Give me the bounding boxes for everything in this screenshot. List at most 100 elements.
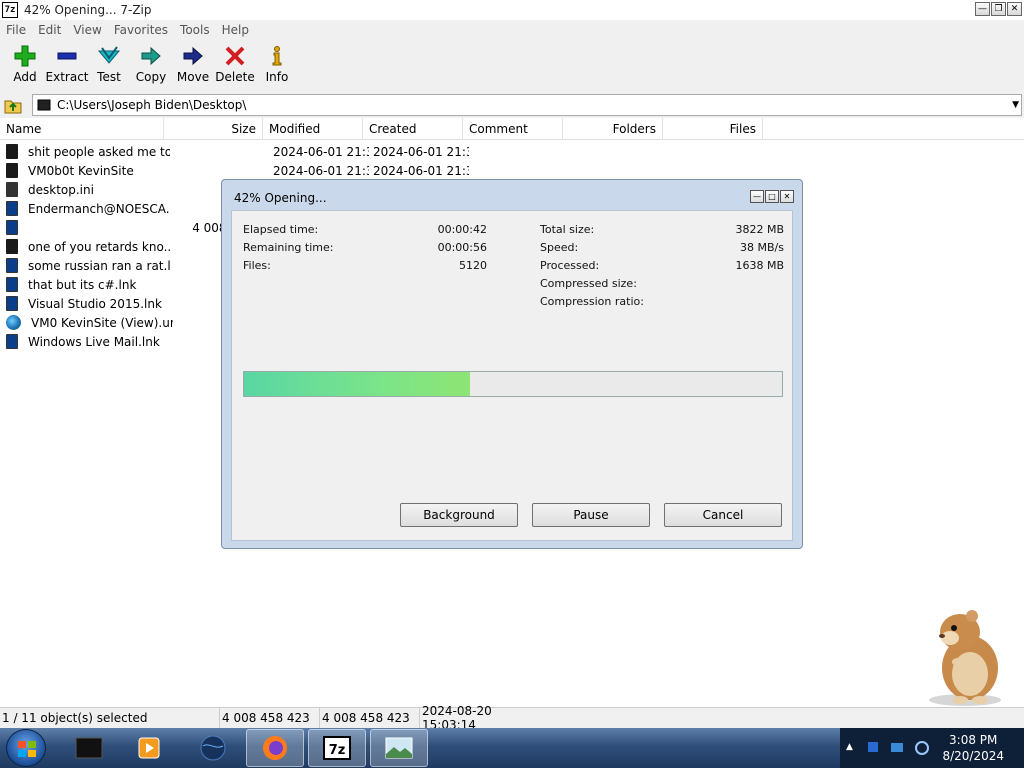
column-files[interactable]: Files xyxy=(663,118,763,140)
file-name: that but its c#.lnk xyxy=(28,277,137,292)
firefox-icon xyxy=(263,736,287,760)
minimize-button[interactable]: — xyxy=(975,2,990,16)
menu-view[interactable]: View xyxy=(67,23,107,37)
start-button[interactable] xyxy=(6,729,46,767)
7zip-icon: 7z xyxy=(323,736,351,760)
processed-label: Processed: xyxy=(540,259,600,272)
files-label: Files: xyxy=(243,259,271,272)
file-name: some russian ran a rat.lnk xyxy=(28,258,170,273)
taskbar-media-player[interactable] xyxy=(120,729,178,767)
progress-bar xyxy=(243,371,783,397)
dialog-maximize-button[interactable]: □ xyxy=(765,190,779,203)
close-button[interactable]: ✕ xyxy=(1007,2,1022,16)
toolbar: Add Extract Test Copy Move Delete Info xyxy=(0,40,1024,92)
copy-icon xyxy=(139,44,163,68)
shortcut-icon xyxy=(6,277,18,292)
file-modified: 2024-06-01 21:30 xyxy=(273,163,369,178)
dialog-title: 42% Opening... xyxy=(234,191,327,205)
move-button[interactable]: Move xyxy=(172,40,214,90)
terminal-icon xyxy=(75,737,103,759)
file-name: Visual Studio 2015.lnk xyxy=(28,296,162,311)
test-button[interactable]: Test xyxy=(88,40,130,90)
test-label: Test xyxy=(97,70,121,84)
menu-favorites[interactable]: Favorites xyxy=(108,23,174,37)
clock-time: 3:08 PM xyxy=(949,733,998,747)
file-icon xyxy=(6,163,18,178)
folder-up-button[interactable] xyxy=(2,94,24,116)
cancel-button[interactable]: Cancel xyxy=(664,503,782,527)
list-header: Name Size Modified Created Comment Folde… xyxy=(0,118,1024,140)
file-name: VM0 KevinSite (View).url xyxy=(31,315,173,330)
menu-file[interactable]: File xyxy=(0,23,32,37)
hamster-mascot-icon xyxy=(929,610,1001,706)
list-item[interactable]: VM0b0t KevinSite 2024-06-01 21:30 2024-06-… xyxy=(0,161,1024,180)
media-player-icon xyxy=(138,737,160,759)
menu-bar: File Edit View Favorites Tools Help xyxy=(0,20,1024,40)
shortcut-icon xyxy=(6,220,18,235)
file-icon xyxy=(6,239,18,254)
menu-help[interactable]: Help xyxy=(216,23,255,37)
taskbar-globe[interactable] xyxy=(184,729,242,767)
column-name[interactable]: Name xyxy=(0,118,164,140)
column-comment[interactable]: Comment xyxy=(463,118,563,140)
column-created[interactable]: Created xyxy=(363,118,463,140)
info-button[interactable]: Info xyxy=(256,40,298,90)
file-name: shit people asked me to... xyxy=(28,144,170,159)
volume-icon[interactable] xyxy=(914,740,930,756)
globe-icon xyxy=(6,315,21,330)
taskbar-image-viewer[interactable] xyxy=(370,729,428,767)
file-created: 2024-06-01 21:30 xyxy=(373,163,469,178)
copy-button[interactable]: Copy xyxy=(130,40,172,90)
image-viewer-icon xyxy=(385,737,413,759)
taskbar-terminal[interactable] xyxy=(60,729,118,767)
menu-tools[interactable]: Tools xyxy=(174,23,216,37)
processed-value: 1638 MB xyxy=(735,259,784,272)
column-size[interactable]: Size xyxy=(164,118,263,140)
move-icon xyxy=(181,44,205,68)
network-icon[interactable] xyxy=(866,740,880,756)
info-icon xyxy=(265,44,289,68)
pause-button[interactable]: Pause xyxy=(532,503,650,527)
status-date: 2024-08-20 15:03:14 xyxy=(422,704,492,732)
background-button[interactable]: Background xyxy=(400,503,518,527)
progress-fill xyxy=(244,372,470,396)
dialog-close-button[interactable]: ✕ xyxy=(780,190,794,203)
7zip-app-icon: 7z xyxy=(2,2,18,18)
tray-clock[interactable]: 3:08 PM 8/20/2024 xyxy=(942,732,1004,764)
column-modified[interactable]: Modified xyxy=(263,118,363,140)
taskbar-firefox[interactable] xyxy=(246,729,304,767)
copy-label: Copy xyxy=(135,70,167,84)
list-item[interactable]: shit people asked me to... 2024-06-01 21:… xyxy=(0,142,1024,161)
remaining-label: Remaining time: xyxy=(243,241,334,254)
tray-expand-icon[interactable]: ▲ xyxy=(846,742,853,752)
shortcut-icon xyxy=(6,201,18,216)
file-name: VM0b0t KevinSite xyxy=(28,163,134,178)
svg-text:7z: 7z xyxy=(329,743,346,758)
column-folders[interactable]: Folders xyxy=(563,118,663,140)
dialog-controls: — □ ✕ xyxy=(750,190,794,203)
extract-button[interactable]: Extract xyxy=(46,40,89,90)
chevron-down-icon[interactable]: ▼ xyxy=(1012,100,1019,110)
ini-file-icon xyxy=(6,182,18,197)
dialog-minimize-button[interactable]: — xyxy=(750,190,764,203)
delete-label: Delete xyxy=(215,70,255,84)
delete-icon xyxy=(223,44,247,68)
delete-button[interactable]: Delete xyxy=(214,40,256,90)
file-name: Endermanch@NOESCA... xyxy=(28,201,170,216)
move-label: Move xyxy=(176,70,210,84)
path-input[interactable]: C:\Users\Joseph Biden\Desktop\ ▼ xyxy=(32,94,1022,116)
menu-edit[interactable]: Edit xyxy=(32,23,67,37)
add-label: Add xyxy=(13,70,37,84)
taskbar: 7z ▲ 3:08 PM 8/20/2024 xyxy=(0,728,1024,768)
monitor-icon[interactable] xyxy=(890,741,904,755)
total-size-value: 3822 MB xyxy=(735,223,784,236)
files-value: 5120 xyxy=(459,259,487,272)
file-name: desktop.ini xyxy=(28,182,94,197)
add-button[interactable]: Add xyxy=(4,40,46,90)
taskbar-7zip[interactable]: 7z xyxy=(308,729,366,767)
dialog-body: Elapsed time: 00:00:42 Remaining time: 0… xyxy=(231,210,793,541)
status-size: 4 008 458 423 xyxy=(220,708,320,728)
restore-button[interactable]: ❐ xyxy=(991,2,1006,16)
compressed-size-label: Compressed size: xyxy=(540,277,637,290)
elapsed-value: 00:00:42 xyxy=(437,223,487,236)
